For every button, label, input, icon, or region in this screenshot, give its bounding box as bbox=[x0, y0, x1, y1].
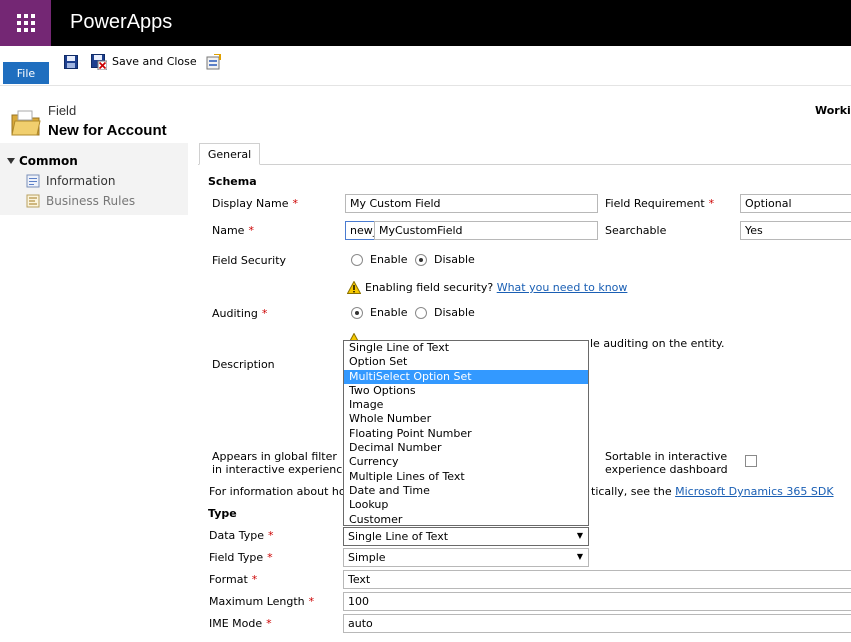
info-text-right: tically, see the Microsoft Dynamics 365 … bbox=[591, 485, 834, 498]
business-rules-icon bbox=[26, 194, 40, 208]
data-type-option[interactable]: MultiSelect Option Set bbox=[344, 369, 588, 384]
data-type-dropdown-list: Single Line of Text Option Set MultiSelect… bbox=[343, 340, 589, 526]
warning-icon bbox=[347, 281, 361, 294]
max-length-label: Maximum Length * bbox=[209, 595, 315, 608]
nav-item-label: Business Rules bbox=[46, 194, 136, 208]
auditing-label: Auditing * bbox=[212, 307, 268, 320]
radio-on-icon bbox=[415, 253, 427, 266]
schema-heading: Schema bbox=[208, 175, 257, 188]
file-button[interactable]: File bbox=[3, 62, 49, 84]
radio-off-icon bbox=[415, 306, 427, 319]
tab-general[interactable]: General bbox=[199, 143, 260, 165]
field-requirement-label: Field Requirement * bbox=[605, 197, 715, 210]
sortable-label-1: Sortable in interactive bbox=[605, 450, 728, 463]
radio-label: Enable bbox=[370, 253, 408, 266]
field-security-label: Field Security bbox=[212, 254, 287, 267]
data-type-label: Data Type * bbox=[209, 529, 274, 542]
type-heading: Type bbox=[208, 507, 237, 520]
data-type-option[interactable]: Single Line of Text bbox=[344, 341, 588, 355]
save-icon[interactable] bbox=[64, 55, 78, 69]
radio-off-icon bbox=[351, 253, 363, 266]
radio-label: Disable bbox=[434, 253, 475, 266]
searchable-select[interactable]: Yes bbox=[740, 221, 851, 240]
data-type-option[interactable]: Lookup bbox=[344, 498, 588, 512]
data-type-option[interactable]: Two Options bbox=[344, 384, 588, 398]
data-type-value: Single Line of Text bbox=[348, 530, 449, 543]
field-security-enable-radio[interactable]: Enable bbox=[351, 253, 407, 266]
save-and-close-button[interactable]: Save and Close bbox=[112, 55, 197, 68]
app-title: PowerApps bbox=[70, 11, 173, 33]
data-type-option[interactable]: Floating Point Number bbox=[344, 427, 588, 441]
what-you-need-to-know-link[interactable]: What you need to know bbox=[497, 281, 628, 294]
format-select[interactable]: Text bbox=[343, 570, 851, 589]
working-on-label: Workin bbox=[815, 104, 851, 117]
name-label: Name * bbox=[212, 224, 254, 237]
searchable-label: Searchable bbox=[605, 224, 667, 237]
data-type-select[interactable]: Single Line of Text ▼ bbox=[343, 527, 589, 546]
folder-icon bbox=[11, 110, 41, 136]
entity-type-label: Field bbox=[48, 103, 77, 118]
field-requirement-select[interactable]: Optional bbox=[740, 194, 851, 213]
data-type-option[interactable]: Currency bbox=[344, 455, 588, 469]
information-icon bbox=[26, 174, 40, 188]
field-type-value: Simple bbox=[348, 551, 386, 564]
data-type-option[interactable]: Option Set bbox=[344, 355, 588, 369]
audit-warning-text: le auditing on the entity. bbox=[590, 337, 725, 350]
dropdown-arrow-icon: ▼ bbox=[576, 552, 583, 561]
global-filter-label-1: Appears in global filter bbox=[212, 450, 337, 463]
publish-icon[interactable] bbox=[205, 54, 221, 70]
save-and-close-icon[interactable] bbox=[91, 54, 107, 70]
field-type-select[interactable]: Simple ▼ bbox=[343, 548, 589, 567]
sdk-link[interactable]: Microsoft Dynamics 365 SDK bbox=[675, 485, 833, 498]
field-type-label: Field Type * bbox=[209, 551, 273, 564]
ime-mode-label: IME Mode * bbox=[209, 617, 272, 630]
data-type-option[interactable]: Date and Time bbox=[344, 484, 588, 498]
radio-on-icon bbox=[351, 306, 363, 319]
description-label: Description bbox=[212, 358, 275, 371]
max-length-input[interactable]: 100 bbox=[343, 592, 851, 611]
data-type-option[interactable]: Image bbox=[344, 398, 588, 412]
page-title: New for Account bbox=[48, 122, 167, 139]
nav-item-business-rules[interactable]: Business Rules bbox=[26, 193, 135, 209]
nav-item-label: Information bbox=[46, 174, 116, 188]
global-filter-label-2: in interactive experience bbox=[212, 463, 350, 476]
format-label: Format * bbox=[209, 573, 258, 586]
nav-group-common[interactable]: Common bbox=[7, 154, 78, 168]
ime-mode-select[interactable]: auto bbox=[343, 614, 851, 633]
field-security-disable-radio[interactable]: Disable bbox=[415, 253, 475, 266]
waffle-icon bbox=[16, 14, 35, 32]
display-name-input[interactable]: My Custom Field bbox=[345, 194, 598, 213]
nav-group-label: Common bbox=[19, 154, 78, 168]
sortable-checkbox[interactable] bbox=[745, 455, 757, 467]
data-type-option[interactable]: Multiple Lines of Text bbox=[344, 470, 588, 484]
auditing-disable-radio[interactable]: Disable bbox=[415, 306, 475, 319]
radio-label: Disable bbox=[434, 306, 475, 319]
data-type-option[interactable]: Whole Number bbox=[344, 412, 588, 426]
sortable-label-2: experience dashboard bbox=[605, 463, 728, 476]
nav-item-information[interactable]: Information bbox=[26, 173, 115, 189]
auditing-enable-radio[interactable]: Enable bbox=[351, 306, 407, 319]
warning-text: Enabling field security? bbox=[365, 281, 494, 294]
info-text-left: For information about hov bbox=[209, 485, 353, 498]
tab-divider bbox=[198, 164, 851, 165]
name-input[interactable]: MyCustomField bbox=[374, 221, 598, 240]
radio-label: Enable bbox=[370, 306, 408, 319]
display-name-label: Display Name * bbox=[212, 197, 298, 210]
data-type-option[interactable]: Decimal Number bbox=[344, 441, 588, 455]
collapse-triangle-icon bbox=[7, 158, 15, 164]
name-prefix-field[interactable]: new_ bbox=[345, 221, 376, 240]
security-warning: Enabling field security? What you need t… bbox=[347, 281, 627, 294]
data-type-option[interactable]: Customer bbox=[344, 513, 588, 527]
app-launcher-button[interactable] bbox=[0, 0, 51, 46]
dropdown-arrow-icon: ▼ bbox=[576, 531, 583, 540]
